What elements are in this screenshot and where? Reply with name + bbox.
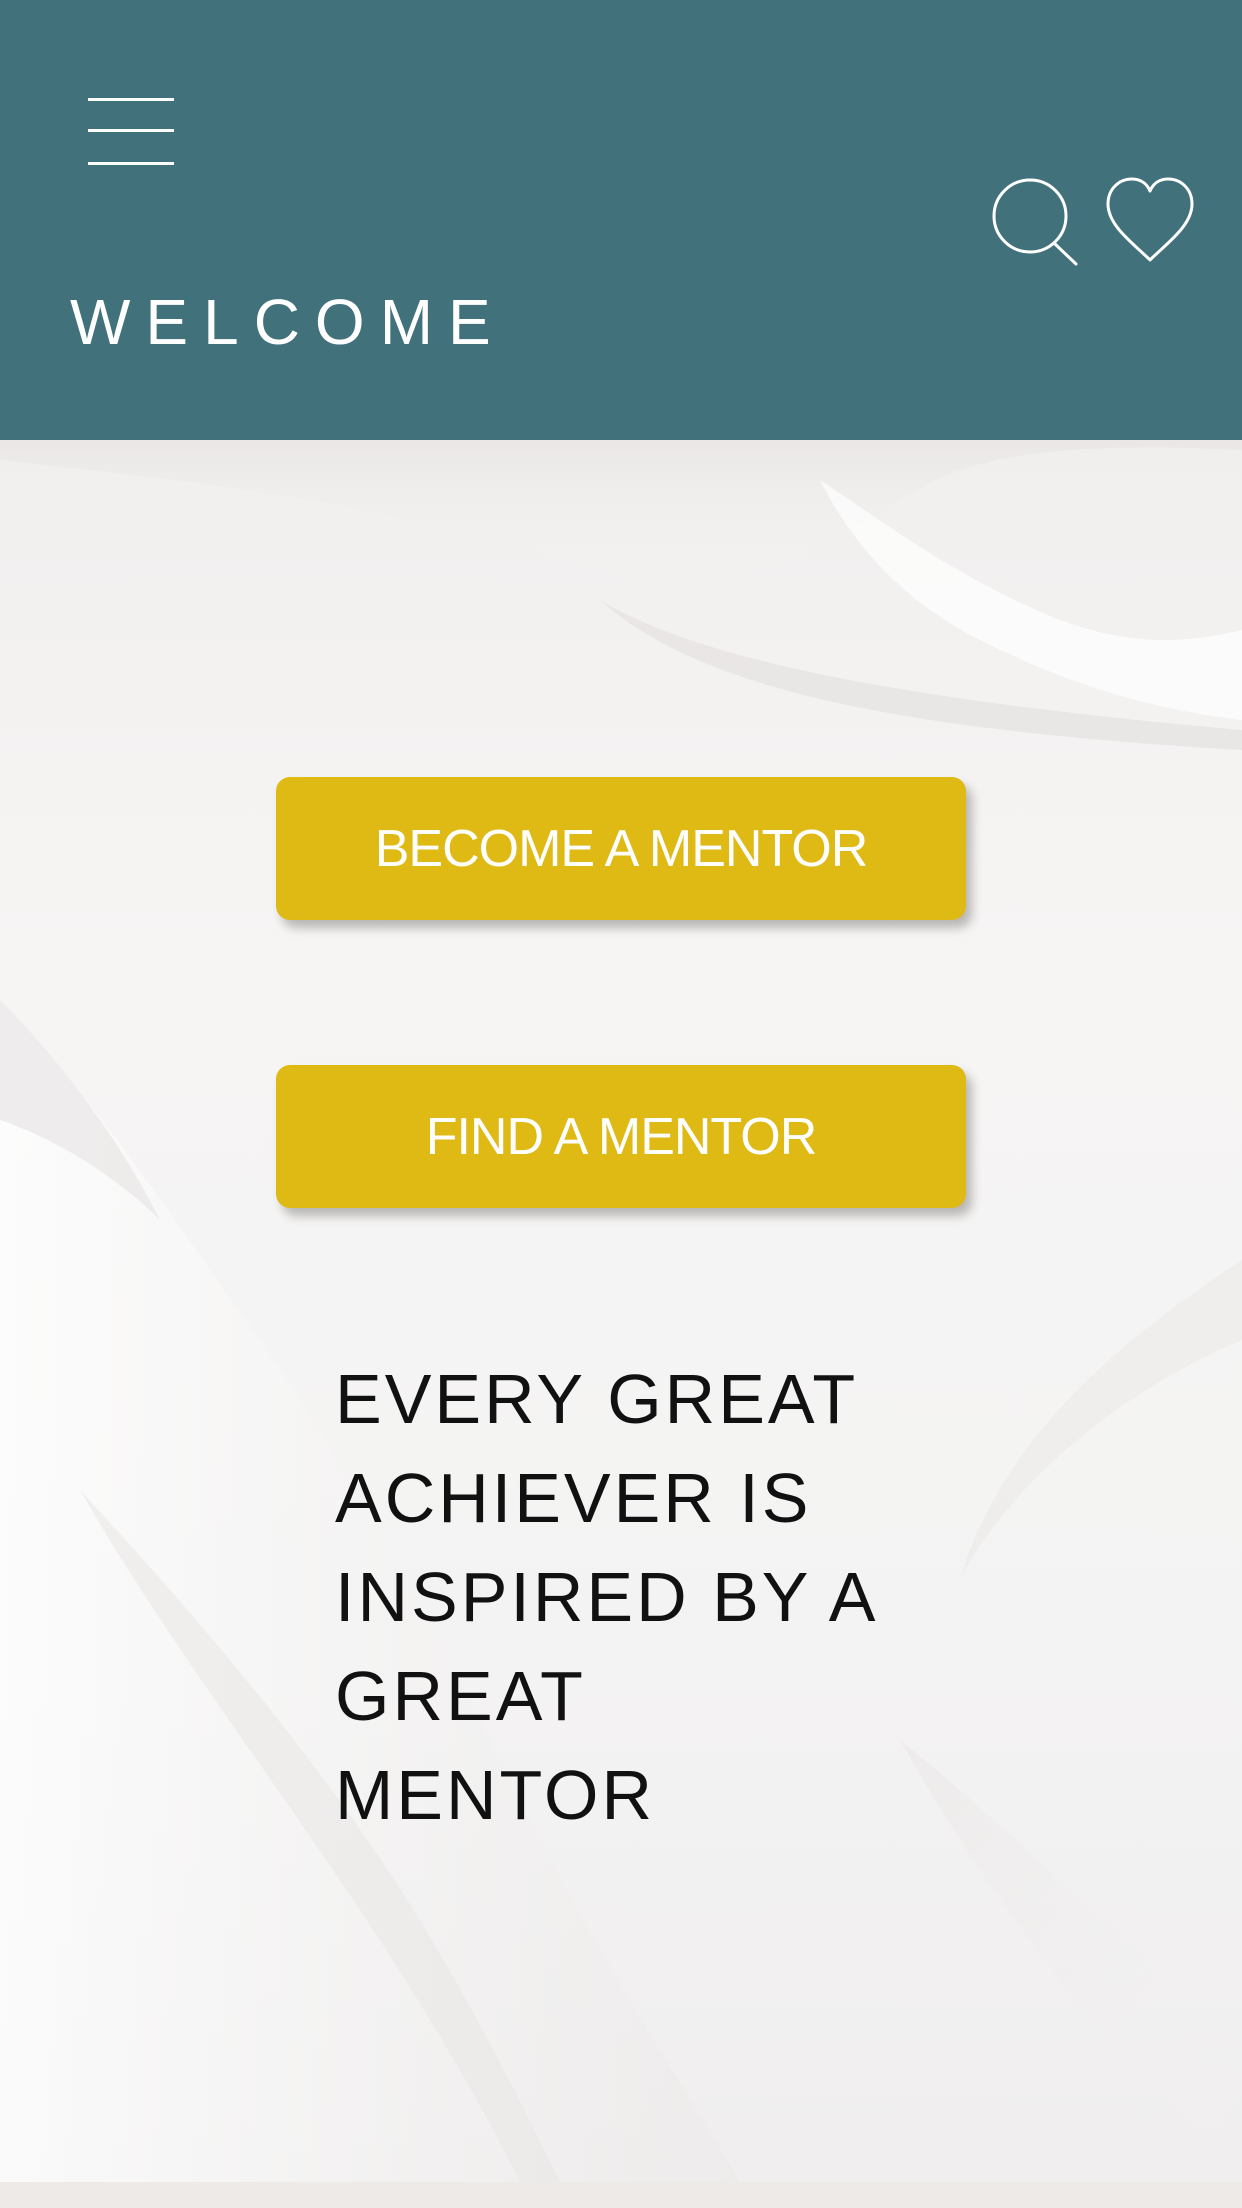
page-title: WELCOME <box>70 286 506 358</box>
menu-line <box>88 129 174 132</box>
become-mentor-button[interactable]: BECOME A MENTOR <box>276 777 966 920</box>
quote-line: MENTOR <box>335 1756 656 1834</box>
search-icon <box>992 178 1078 266</box>
bedsheet-background-image <box>0 440 1242 2182</box>
header-bar: WELCOME <box>0 0 1242 440</box>
quote-line: GREAT <box>335 1657 586 1735</box>
app-screen: WELCOME BECOME A MENTOR FIND A MENTOR EV… <box>0 0 1242 2208</box>
favorite-button[interactable] <box>1104 176 1196 264</box>
menu-line <box>88 98 174 101</box>
bottom-strip <box>0 2182 1242 2208</box>
heart-icon <box>1106 177 1194 262</box>
quote-line: ACHIEVER IS <box>335 1459 812 1537</box>
menu-button[interactable] <box>88 96 176 170</box>
inspirational-quote: EVERY GREAT ACHIEVER IS INSPIRED BY A GR… <box>335 1350 935 1845</box>
quote-line: EVERY GREAT <box>335 1360 859 1438</box>
find-mentor-button[interactable]: FIND A MENTOR <box>276 1065 966 1208</box>
search-button[interactable] <box>990 176 1082 268</box>
menu-line <box>88 162 174 165</box>
quote-line: INSPIRED BY A <box>335 1558 879 1636</box>
